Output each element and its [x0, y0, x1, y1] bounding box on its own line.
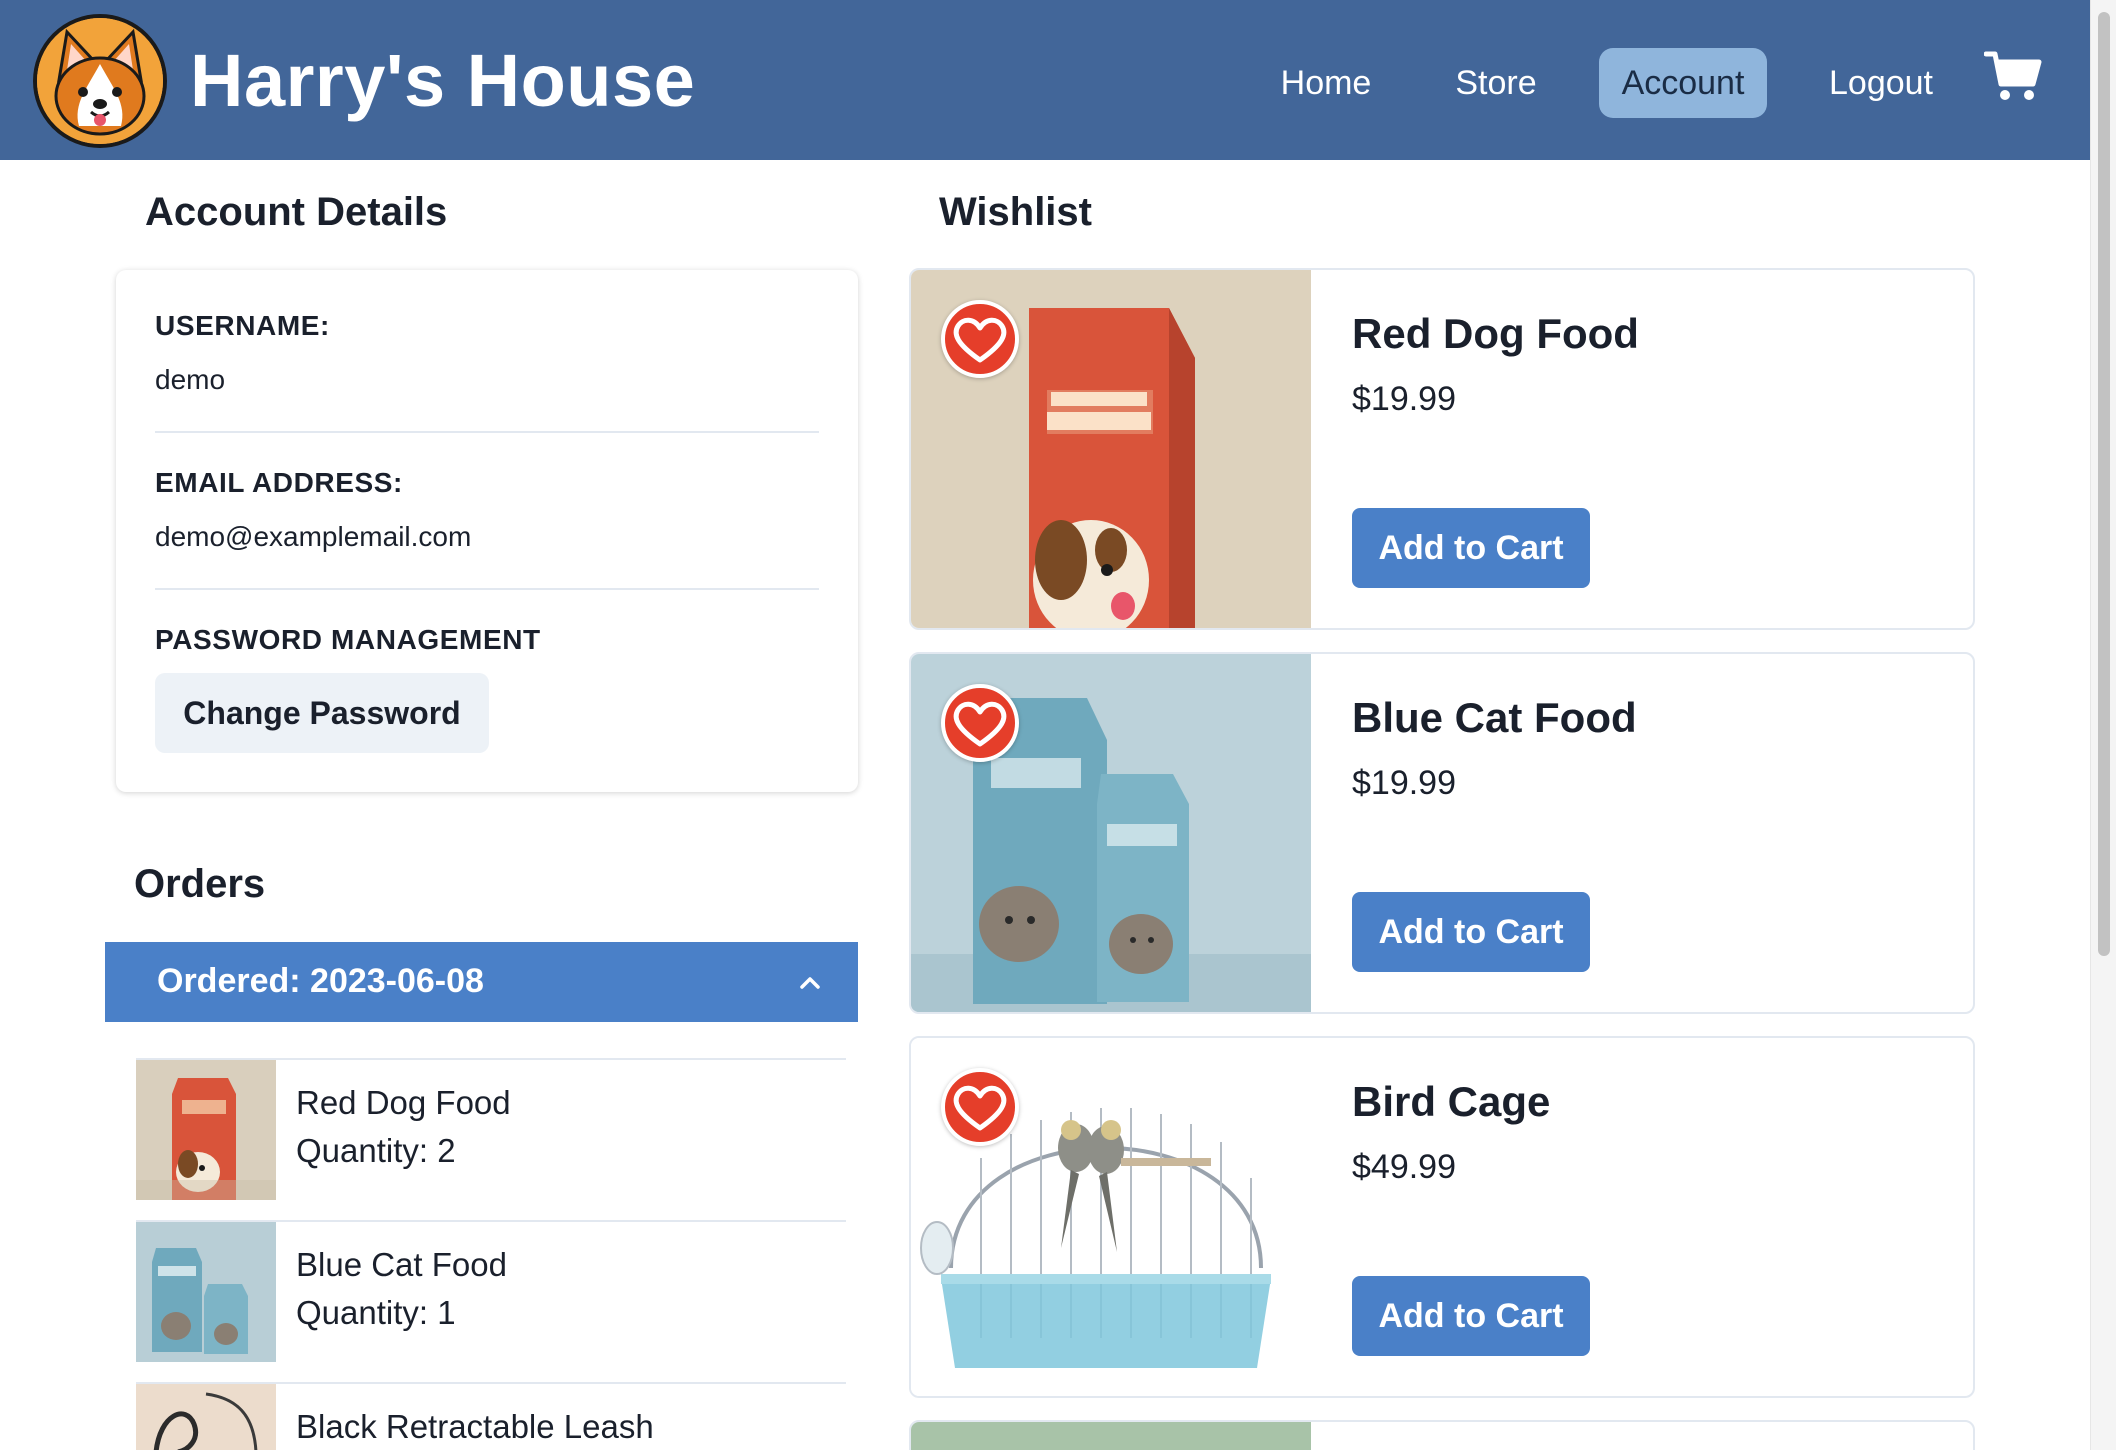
wishlist-item-price: $19.99: [1352, 380, 1456, 418]
add-to-cart-button[interactable]: Add to Cart: [1352, 508, 1590, 588]
red-dog-food-thumbnail: [136, 1060, 276, 1200]
nav-logout-link[interactable]: Logout: [1810, 48, 1952, 118]
order-item[interactable]: Red Dog Food Quantity: 2: [136, 1058, 846, 1220]
bird-cage-image[interactable]: [911, 1038, 1311, 1396]
scrollbar-thumb[interactable]: [2098, 12, 2110, 956]
wishlist-item: Blue Cat Food $19.99 Add to Cart: [909, 652, 1975, 1014]
wishlist-item-image[interactable]: [911, 1422, 1311, 1450]
order-accordion-header[interactable]: Ordered: 2023-06-08: [105, 942, 858, 1022]
wishlist-item-name[interactable]: Blue Cat Food: [1352, 694, 1637, 742]
chevron-up-icon[interactable]: [797, 970, 823, 996]
order-item-quantity: Quantity: 2: [296, 1132, 456, 1169]
wishlist-item: Red Dog Food $19.99 Add to Cart: [909, 268, 1975, 630]
wishlist-item: Bird Cage $49.99 Add to Cart: [909, 1036, 1975, 1398]
order-item-name: Red Dog Food: [296, 1084, 511, 1121]
nav-account-link[interactable]: Account: [1599, 48, 1767, 118]
heart-icon[interactable]: [941, 684, 1019, 762]
wishlist-item-price: $49.99: [1352, 1148, 1456, 1186]
page-scrollbar[interactable]: [2090, 0, 2116, 1450]
nav-store-link[interactable]: Store: [1434, 48, 1558, 118]
order-item[interactable]: Blue Cat Food Quantity: 1: [136, 1220, 846, 1382]
brand-title[interactable]: Harry's House: [190, 38, 695, 123]
username-label: USERNAME:: [155, 310, 330, 341]
top-navbar: Harry's House Home Store Account Logout: [0, 0, 2090, 160]
username-value: demo: [155, 364, 226, 395]
order-item-quantity: Quantity: 1: [296, 1294, 456, 1331]
order-date-label: Ordered: 2023-06-08: [157, 962, 484, 1000]
heart-icon[interactable]: [941, 1068, 1019, 1146]
divider: [155, 431, 819, 433]
corgi-logo-icon[interactable]: [33, 14, 167, 148]
account-details-card: USERNAME: demo EMAIL ADDRESS: demo@examp…: [116, 270, 858, 792]
cart-icon[interactable]: [1983, 50, 2042, 102]
leash-thumbnail: [136, 1384, 276, 1450]
divider: [155, 588, 819, 590]
order-item-name: Blue Cat Food: [296, 1246, 507, 1283]
email-label: EMAIL ADDRESS:: [155, 467, 403, 498]
wishlist-title: Wishlist: [939, 190, 1092, 234]
orders-title: Orders: [134, 862, 266, 906]
password-management-label: PASSWORD MANAGEMENT: [155, 624, 541, 655]
wishlist-item: [909, 1420, 1975, 1450]
add-to-cart-button[interactable]: Add to Cart: [1352, 892, 1590, 972]
email-value: demo@examplemail.com: [155, 521, 472, 552]
red-dog-food-image[interactable]: [911, 270, 1311, 628]
heart-icon[interactable]: [941, 300, 1019, 378]
nav-home-link[interactable]: Home: [1262, 48, 1390, 118]
wishlist-item-price: $19.99: [1352, 764, 1456, 802]
order-item[interactable]: Black Retractable Leash: [136, 1382, 846, 1450]
wishlist-item-name[interactable]: Bird Cage: [1352, 1078, 1550, 1126]
add-to-cart-button[interactable]: Add to Cart: [1352, 1276, 1590, 1356]
change-password-button[interactable]: Change Password: [155, 673, 489, 753]
wishlist-item-name[interactable]: Red Dog Food: [1352, 310, 1639, 358]
order-item-name: Black Retractable Leash: [296, 1408, 654, 1445]
account-details-title: Account Details: [145, 190, 448, 234]
blue-cat-food-image[interactable]: [911, 654, 1311, 1012]
blue-cat-food-thumbnail: [136, 1222, 276, 1362]
